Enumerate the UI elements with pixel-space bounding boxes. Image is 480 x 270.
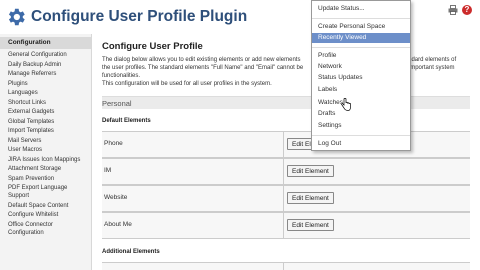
- field-label-website: Website: [104, 194, 128, 201]
- cell-divider: [283, 159, 284, 184]
- table-row: About Me Edit Element: [102, 212, 470, 239]
- sidebar-item-attachment-storage[interactable]: Attachment Storage: [8, 165, 91, 175]
- edit-element-button[interactable]: Edit Element: [287, 219, 334, 231]
- menu-item-create-personal-space[interactable]: Create Personal Space: [312, 22, 410, 32]
- description-line-4: This configuration will be used for all …: [102, 81, 272, 87]
- cell-divider: [283, 186, 284, 211]
- sidebar-item-import-templates[interactable]: Import Templates: [8, 127, 91, 137]
- description-line-1: The dialog below allows you to edit exis…: [102, 57, 301, 63]
- sidebar-item-manage-referrers[interactable]: Manage Referrers: [8, 70, 91, 80]
- table-row: [102, 262, 470, 270]
- sidebar-item-pdf-export-language-support[interactable]: PDF Export Language Support: [8, 184, 88, 200]
- sidebar-item-default-space-content[interactable]: Default Space Content: [8, 202, 91, 212]
- hand-cursor-icon: [341, 98, 351, 111]
- additional-elements-heading: Additional Elements: [102, 249, 160, 255]
- menu-item-log-out[interactable]: Log Out: [312, 139, 410, 149]
- table-row: Phone Edit Element: [102, 131, 470, 158]
- edit-element-button[interactable]: Edit Element: [287, 165, 334, 177]
- cell-divider: [283, 213, 284, 238]
- user-dropdown-menu: Update Status... Create Personal Space R…: [311, 0, 411, 151]
- sidebar-item-mail-servers[interactable]: Mail Servers: [8, 137, 91, 147]
- menu-item-labels[interactable]: Labels: [312, 85, 410, 95]
- table-row: Website Edit Element: [102, 185, 470, 212]
- sidebar-item-external-gadgets[interactable]: External Gadgets: [8, 108, 91, 118]
- gear-icon: [8, 8, 25, 26]
- sidebar-item-spam-prevention[interactable]: Spam Prevention: [8, 175, 91, 185]
- sidebar-item-general-configuration[interactable]: General Configuration: [8, 51, 91, 61]
- menu-divider: [312, 47, 410, 48]
- field-label-im: IM: [104, 167, 112, 174]
- menu-item-update-status[interactable]: Update Status...: [312, 4, 410, 14]
- help-icon[interactable]: ?: [462, 5, 472, 15]
- sidebar-item-configure-whitelist[interactable]: Configure Whitelist: [8, 211, 91, 221]
- edit-element-button[interactable]: Edit Element: [287, 192, 334, 204]
- menu-divider: [312, 18, 410, 19]
- sidebar-item-languages[interactable]: Languages: [8, 89, 91, 99]
- menu-item-watches[interactable]: Watches: [312, 98, 410, 108]
- section-personal: Personal: [102, 96, 470, 109]
- table-row: IM Edit Element: [102, 158, 470, 185]
- cell-divider: [283, 132, 284, 157]
- sidebar-heading: Configuration: [0, 37, 91, 49]
- description-line-2: the user profiles. The standard elements…: [102, 65, 304, 71]
- print-icon[interactable]: [448, 5, 458, 15]
- sidebar-item-plugins[interactable]: Plugins: [8, 80, 91, 90]
- sidebar-item-jira-issues-icon-mappings[interactable]: JIRA Issues Icon Mappings: [8, 156, 91, 166]
- field-label-phone: Phone: [104, 140, 123, 147]
- sidebar-list: General Configuration Daily Backup Admin…: [0, 49, 91, 237]
- description: The dialog below allows you to edit exis…: [102, 56, 470, 88]
- admin-sidebar: Configuration General Configuration Dail…: [0, 34, 92, 270]
- sidebar-item-office-connector-configuration[interactable]: Office Connector Configuration: [8, 221, 88, 237]
- menu-item-recently-viewed[interactable]: Recently Viewed: [312, 33, 410, 43]
- menu-item-drafts[interactable]: Drafts: [312, 109, 410, 119]
- cell-divider: [283, 263, 284, 270]
- sidebar-item-global-templates[interactable]: Global Templates: [8, 118, 91, 128]
- sidebar-item-user-macros[interactable]: User Macros: [8, 146, 91, 156]
- sidebar-item-shortcut-links[interactable]: Shortcut Links: [8, 99, 91, 109]
- default-elements-heading: Default Elements: [102, 118, 151, 124]
- menu-item-profile[interactable]: Profile: [312, 51, 410, 61]
- menu-item-settings[interactable]: Settings: [312, 121, 410, 131]
- main-content: Configure User Profile The dialog below …: [102, 34, 480, 270]
- menu-divider: [312, 135, 410, 136]
- page-title: Configure User Profile Plugin: [31, 8, 248, 25]
- sidebar-item-daily-backup-admin[interactable]: Daily Backup Admin: [8, 61, 91, 71]
- description-line-2b: important system: [408, 65, 455, 71]
- description-line-3: functionalities.: [102, 73, 141, 79]
- section-title: Configure User Profile: [102, 41, 203, 52]
- menu-item-network[interactable]: Network: [312, 62, 410, 72]
- menu-item-status-updates[interactable]: Status Updates: [312, 73, 410, 83]
- field-label-about-me: About Me: [104, 221, 132, 228]
